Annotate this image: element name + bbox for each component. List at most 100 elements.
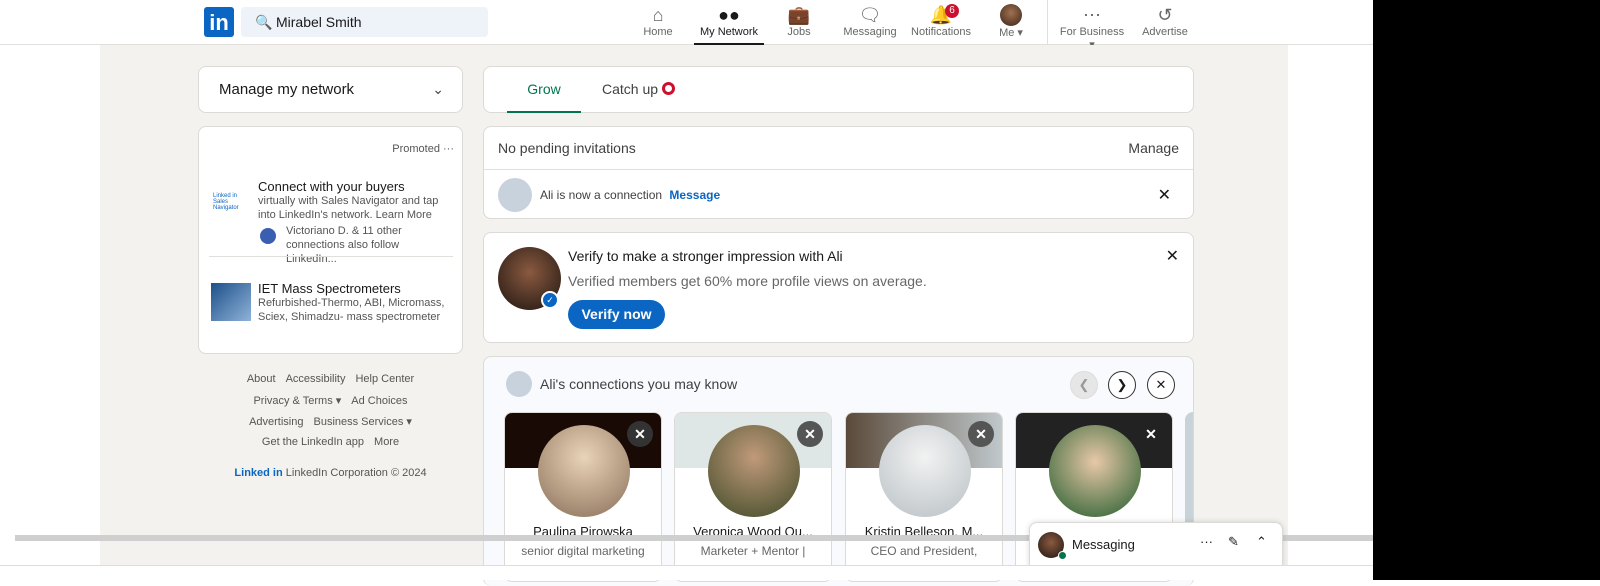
footer-link[interactable]: Accessibility — [286, 373, 346, 385]
footer-link[interactable]: Ad Choices — [351, 395, 407, 407]
close-icon[interactable]: ✕ — [968, 421, 994, 447]
profile-photo — [538, 425, 630, 517]
nav-notifications[interactable]: 🔔 6 Notifications — [910, 4, 972, 45]
footer-link[interactable]: Advertising — [249, 416, 303, 428]
verify-description: Verified members get 60% more profile vi… — [568, 273, 927, 289]
avatar — [1000, 4, 1022, 26]
manage-network-dropdown[interactable]: Manage my network ⌄ — [198, 66, 463, 113]
linkedin-logo[interactable]: in — [204, 7, 234, 37]
nav-label: Me ▾ — [999, 27, 1023, 39]
nav-label: My Network — [699, 26, 759, 38]
divider — [484, 169, 1193, 170]
search-icon: 🔍 — [255, 14, 273, 30]
chevron-right-icon[interactable]: ❯ — [1108, 371, 1136, 399]
ad-title: IET Mass Spectrometers — [258, 281, 401, 296]
promoted-label: Promoted ··· — [392, 143, 454, 155]
footer-link[interactable]: About — [247, 373, 276, 385]
ad-description: Refurbished-Thermo, ABI, Micromass, Scie… — [258, 297, 445, 323]
nav-label: Advertise — [1142, 26, 1188, 38]
divider — [209, 256, 453, 257]
footer-link[interactable]: Help Center — [355, 373, 414, 385]
linkedin-wordmark: Linked in — [234, 467, 283, 479]
copyright: LinkedIn Corporation © 2024 — [285, 467, 427, 479]
sales-navigator-logo: Linked in Sales Navigator — [213, 193, 239, 211]
invitations-status: No pending invitations — [498, 140, 636, 156]
verified-shield-icon: ✓ — [541, 291, 559, 309]
ad-social-proof: Victoriano D. & 11 other connections als… — [286, 225, 402, 265]
avatar — [498, 178, 532, 212]
online-status-icon — [1058, 551, 1067, 560]
profile-photo — [1049, 425, 1141, 517]
nav-messaging[interactable]: 🗨 Messaging — [843, 4, 897, 45]
connection-text: Ali is now a connection — [540, 188, 663, 202]
person-card[interactable]: ✕ Veronica Wood Qu... Marketer + Mentor | — [674, 412, 832, 582]
nav-jobs[interactable]: 💼 Jobs — [784, 4, 814, 45]
chevron-up-icon[interactable]: ⌃ — [1256, 534, 1267, 550]
pymk-title: Ali's connections you may know — [540, 376, 738, 392]
person-card[interactable]: ✕ Paulina Pirowska senior digital marketin… — [504, 412, 662, 582]
ad-title: Connect with your buyers — [258, 179, 405, 194]
manage-label: Manage my network — [219, 81, 355, 98]
briefcase-icon: 💼 — [787, 5, 811, 25]
more-icon[interactable]: ··· — [1200, 534, 1213, 549]
person-headline: senior digital marketing — [521, 544, 645, 558]
avatar — [260, 228, 276, 244]
close-icon[interactable]: ✕ — [1138, 421, 1164, 447]
close-icon[interactable]: ✕ — [797, 421, 823, 447]
verify-now-button[interactable]: Verify now — [568, 300, 665, 329]
nav-label: Jobs — [787, 26, 811, 38]
tab-grow[interactable]: Grow — [507, 67, 581, 113]
top-nav-bar: in 🔍 Mirabel Smith ⌂ Home ●● My Network 💼 Jo… — [0, 0, 1373, 51]
footer-link[interactable]: More — [374, 436, 399, 448]
divider — [1047, 0, 1048, 45]
close-icon[interactable]: ✕ — [627, 421, 653, 447]
ad-image — [211, 283, 251, 321]
home-icon: ⌂ — [652, 5, 664, 25]
advertise-icon: ↺ — [1157, 5, 1173, 25]
footer-links: About Accessibility Help Center Privacy & … — [198, 373, 463, 479]
chevron-left-icon[interactable]: ❮ — [1070, 371, 1098, 399]
close-icon[interactable]: ✕ — [1158, 185, 1171, 205]
notification-dot-icon — [661, 82, 675, 95]
avatar — [506, 371, 532, 397]
tabs-card: Grow Catch up — [483, 66, 1194, 113]
nav-my-network[interactable]: ●● My Network — [694, 4, 764, 45]
message-link[interactable]: Message — [669, 188, 720, 202]
promoted-card: Promoted ··· Linked in Sales Navigator C… — [198, 126, 463, 354]
chevron-down-icon: ⌄ — [432, 81, 444, 97]
person-card[interactable]: ✕ Kristin Belleson, M... CEO and President… — [845, 412, 1003, 582]
nav-label: Notifications — [911, 26, 971, 38]
network-icon: ●● — [718, 5, 740, 25]
messaging-panel[interactable]: Messaging ··· ✎ ⌃ — [1029, 522, 1283, 567]
profile-photo — [708, 425, 800, 517]
footer-link[interactable]: Get the LinkedIn app — [262, 436, 364, 448]
close-icon[interactable]: ✕ — [1166, 246, 1179, 266]
nav-me[interactable]: Me ▾ — [995, 4, 1027, 45]
nav-advertise[interactable]: ↺ Advertise — [1142, 4, 1188, 45]
ad-mass-spectrometers[interactable]: IET Mass Spectrometers Refurbished-Therm… — [209, 277, 454, 327]
verify-card: ✓ Verify to make a stronger impression w… — [483, 232, 1194, 343]
nav-for-business[interactable]: ⋯For Business ▾ — [1056, 4, 1128, 51]
bottom-bar — [0, 565, 1373, 580]
manage-button[interactable]: Manage — [1128, 140, 1179, 156]
person-headline: CEO and President, — [870, 544, 978, 558]
ad-sales-navigator[interactable]: Linked in Sales Navigator Connect with y… — [209, 175, 454, 265]
messaging-label: Messaging — [1072, 537, 1135, 552]
search-input[interactable]: 🔍 Mirabel Smith — [241, 7, 488, 37]
tab-label: Catch up — [602, 81, 659, 97]
footer-link[interactable]: Business Services ▾ — [313, 416, 411, 428]
compose-icon[interactable]: ✎ — [1228, 534, 1239, 550]
footer-link[interactable]: Privacy & Terms ▾ — [253, 395, 341, 407]
chat-icon: 🗨 — [858, 5, 882, 25]
close-icon[interactable]: ✕ — [1147, 371, 1175, 399]
tab-catch-up[interactable]: Catch up — [602, 67, 675, 113]
verify-title: Verify to make a stronger impression wit… — [568, 248, 843, 264]
grid-icon: ⋯ — [1083, 5, 1101, 25]
ad-description: virtually with Sales Navigator and tap i… — [258, 195, 439, 221]
person-headline: Marketer + Mentor | — [700, 544, 806, 558]
next-card-peek — [1185, 412, 1193, 532]
nav-label: Home — [643, 26, 673, 38]
nav-home[interactable]: ⌂ Home — [640, 4, 676, 45]
black-margin — [1373, 0, 1600, 580]
profile-photo — [879, 425, 971, 517]
